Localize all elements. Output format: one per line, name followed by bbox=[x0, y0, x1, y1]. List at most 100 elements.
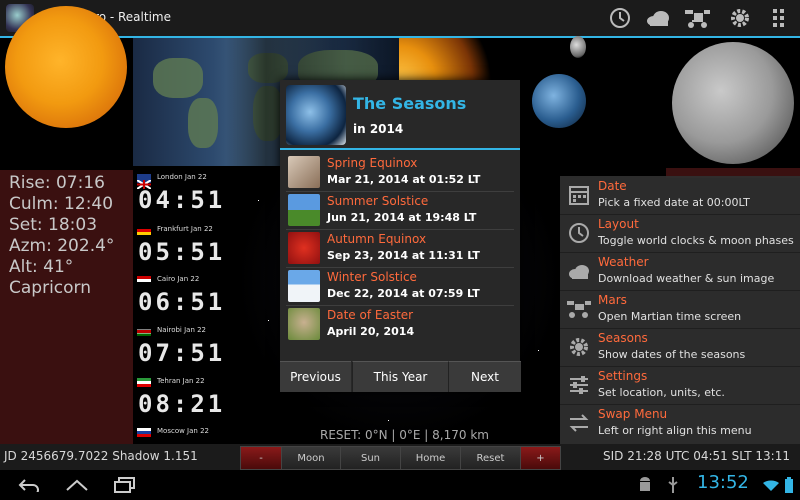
flag-icon bbox=[137, 276, 151, 285]
system-clock: 13:52 bbox=[697, 472, 749, 493]
seasons-dialog: The Seasons in 2014 Spring Equinox Mar 2… bbox=[280, 80, 521, 392]
menu-item-weather[interactable]: Weather Download weather & sun image bbox=[560, 252, 800, 291]
dialog-divider bbox=[280, 148, 520, 150]
sidereal-time: SID 21:28 UTC 04:51 SLT 13:11 bbox=[603, 449, 790, 463]
sun-set: Set: 18:03 bbox=[9, 215, 98, 235]
world-clock[interactable]: Frankfurt Jan 22 05:51 bbox=[133, 222, 238, 272]
flag-icon bbox=[137, 378, 151, 387]
clock-time: 04:51 bbox=[138, 186, 226, 214]
clock-city: Tehran Jan 22 bbox=[157, 377, 205, 385]
menu-title: Swap Menu bbox=[598, 407, 668, 421]
season-name: Autumn Equinox bbox=[327, 232, 427, 246]
battery-icon bbox=[774, 474, 800, 496]
season-date: Sep 23, 2014 at 11:31 LT bbox=[327, 249, 480, 262]
earth-globe[interactable] bbox=[532, 74, 586, 128]
previous-button[interactable]: Previous bbox=[280, 361, 351, 392]
world-clock[interactable]: Tehran Jan 22 08:21 bbox=[133, 374, 238, 424]
flag-icon bbox=[137, 428, 151, 437]
menu-item-settings[interactable]: Settings Set location, units, etc. bbox=[560, 366, 800, 405]
winter-thumbnail bbox=[288, 270, 320, 302]
sliders-icon bbox=[566, 372, 592, 398]
sun-button[interactable]: Sun bbox=[340, 446, 401, 470]
flag-icon bbox=[137, 226, 151, 235]
zodiac-sign: Capricorn bbox=[9, 278, 92, 298]
home-nav-icon[interactable] bbox=[62, 474, 92, 496]
side-menu: Date Pick a fixed date at 00:00LT Layout… bbox=[560, 176, 800, 444]
season-date: Mar 21, 2014 at 01:52 LT bbox=[327, 173, 481, 186]
menu-title: Layout bbox=[598, 217, 639, 231]
menu-desc: Show dates of the seasons bbox=[598, 348, 746, 361]
spring-thumbnail bbox=[288, 156, 320, 188]
sun-altitude: Alt: 41° bbox=[9, 257, 74, 277]
flag-icon bbox=[136, 174, 152, 190]
reset-info: RESET: 0°N | 0°E | 8,170 km bbox=[320, 428, 489, 442]
menu-desc: Left or right align this menu bbox=[598, 424, 752, 437]
clock-time: 07:51 bbox=[138, 339, 226, 367]
back-icon[interactable] bbox=[14, 474, 44, 496]
menu-item-swap[interactable]: Swap Menu Left or right align this menu bbox=[560, 404, 800, 442]
season-item-summer[interactable]: Summer Solstice Jun 21, 2014 at 19:48 LT bbox=[286, 192, 516, 228]
season-date: Dec 22, 2014 at 07:59 LT bbox=[327, 287, 480, 300]
season-name: Spring Equinox bbox=[327, 156, 418, 170]
moon-small-icon bbox=[570, 36, 586, 58]
menu-desc: Open Martian time screen bbox=[598, 310, 742, 323]
easter-thumbnail bbox=[288, 308, 320, 340]
world-clocks: London Jan 22 04:51 Frankfurt Jan 22 05:… bbox=[133, 170, 238, 444]
dialog-subtitle: in 2014 bbox=[353, 122, 404, 136]
next-button[interactable]: Next bbox=[448, 361, 521, 392]
menu-desc: Toggle world clocks & moon phases bbox=[598, 234, 794, 247]
clock-city: Frankfurt Jan 22 bbox=[157, 225, 213, 233]
menu-desc: Set location, units, etc. bbox=[598, 386, 725, 399]
world-clock[interactable]: London Jan 22 04:51 bbox=[133, 170, 238, 220]
season-item-easter[interactable]: Date of Easter April 20, 2014 bbox=[286, 306, 516, 342]
sun-azimuth: Azm: 202.4° bbox=[9, 236, 115, 256]
season-name: Date of Easter bbox=[327, 308, 414, 322]
clock-city: Cairo Jan 22 bbox=[157, 275, 200, 283]
recents-icon[interactable] bbox=[110, 474, 140, 496]
reset-button[interactable]: Reset bbox=[460, 446, 521, 470]
menu-title: Mars bbox=[598, 293, 627, 307]
world-clock[interactable]: Cairo Jan 22 06:51 bbox=[133, 272, 238, 322]
cloud-icon bbox=[566, 258, 592, 284]
sun-info-panel: Rise: 07:16 Culm: 12:40 Set: 18:03 Azm: … bbox=[0, 170, 133, 444]
clock-city: Nairobi Jan 22 bbox=[157, 326, 207, 334]
gear-icon[interactable] bbox=[727, 6, 753, 30]
season-item-autumn[interactable]: Autumn Equinox Sep 23, 2014 at 11:31 LT bbox=[286, 230, 516, 266]
zoom-in-button[interactable]: + bbox=[520, 446, 561, 470]
cloud-icon[interactable] bbox=[645, 6, 671, 30]
satellite-icon[interactable] bbox=[684, 6, 710, 30]
season-name: Winter Solstice bbox=[327, 270, 417, 284]
clock-city: London Jan 22 bbox=[157, 173, 207, 181]
moon-image[interactable] bbox=[672, 42, 794, 164]
earth-icon bbox=[286, 85, 346, 145]
season-item-winter[interactable]: Winter Solstice Dec 22, 2014 at 07:59 LT bbox=[286, 268, 516, 304]
sun-icon bbox=[566, 334, 592, 360]
usb-icon bbox=[658, 474, 688, 496]
season-date: Jun 21, 2014 at 19:48 LT bbox=[327, 211, 477, 224]
season-name: Summer Solstice bbox=[327, 194, 429, 208]
this-year-button[interactable]: This Year bbox=[352, 361, 448, 392]
grid-icon[interactable] bbox=[766, 6, 792, 30]
zoom-out-button[interactable]: - bbox=[240, 446, 282, 470]
menu-item-date[interactable]: Date Pick a fixed date at 00:00LT bbox=[560, 176, 800, 215]
julian-date: JD 2456679.7022 Shadow 1.151 bbox=[4, 449, 198, 463]
clock-time: 05:51 bbox=[138, 238, 226, 266]
world-clock[interactable]: Nairobi Jan 22 07:51 bbox=[133, 323, 238, 373]
flag-icon bbox=[137, 327, 151, 336]
menu-desc: Pick a fixed date at 00:00LT bbox=[598, 196, 750, 209]
menu-item-mars[interactable]: Mars Open Martian time screen bbox=[560, 290, 800, 329]
sun-culmination: Culm: 12:40 bbox=[9, 194, 114, 214]
menu-item-layout[interactable]: Layout Toggle world clocks & moon phases bbox=[560, 214, 800, 253]
sun-image[interactable] bbox=[5, 6, 127, 128]
season-date: April 20, 2014 bbox=[327, 325, 415, 338]
calendar-icon bbox=[566, 182, 592, 208]
home-button[interactable]: Home bbox=[400, 446, 461, 470]
autumn-thumbnail bbox=[288, 232, 320, 264]
clock-icon[interactable] bbox=[607, 6, 633, 30]
moon-button[interactable]: Moon bbox=[281, 446, 341, 470]
world-clock[interactable]: Moscow Jan 22 bbox=[133, 424, 238, 444]
menu-title: Weather bbox=[598, 255, 649, 269]
swap-icon bbox=[566, 410, 592, 436]
season-item-spring[interactable]: Spring Equinox Mar 21, 2014 at 01:52 LT bbox=[286, 154, 516, 190]
menu-item-seasons[interactable]: Seasons Show dates of the seasons bbox=[560, 328, 800, 367]
